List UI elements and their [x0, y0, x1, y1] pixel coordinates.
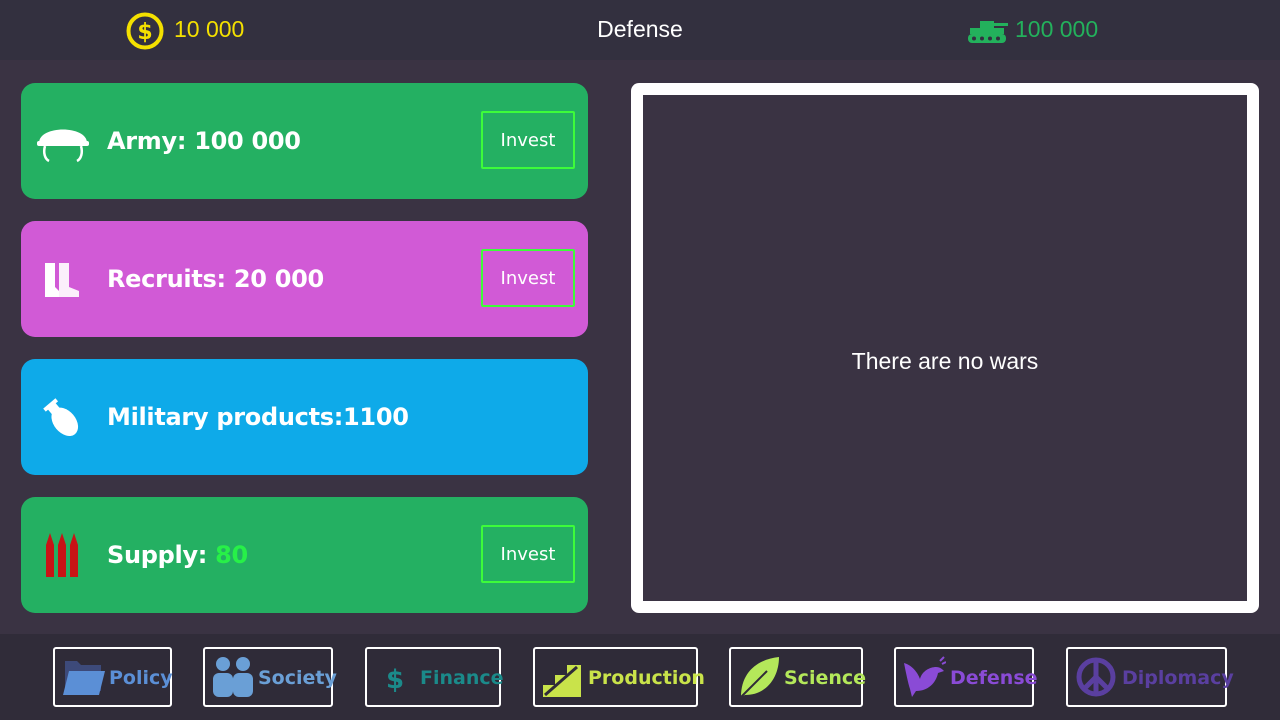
supply-card: Supply: 80 Invest [21, 497, 588, 613]
recruits-label: Recruits: 20 000 [107, 265, 324, 293]
nav-society-label: Society [258, 667, 337, 689]
army-label: Army: 100 000 [107, 127, 301, 155]
top-bar: $ 10 000 Defense 100 000 [0, 0, 1280, 60]
dove-icon [904, 656, 946, 697]
helmet-icon [37, 129, 89, 163]
ammo-icon [46, 533, 78, 577]
bomb-icon [43, 398, 79, 436]
supply-invest-button[interactable]: Invest [481, 525, 575, 583]
nav-science-label: Science [784, 667, 867, 689]
nav-finance-label: Finance [420, 667, 504, 689]
wars-panel: There are no wars [631, 83, 1259, 613]
people-icon [213, 657, 253, 697]
nav-policy-button[interactable]: Policy [53, 647, 173, 707]
nav-policy-label: Policy [109, 667, 173, 689]
svg-text:$: $ [386, 665, 404, 695]
nav-defense-button[interactable]: Defense [894, 647, 1038, 707]
nav-diplomacy-button[interactable]: Diplomacy [1066, 647, 1234, 707]
nav-society-button[interactable]: Society [203, 647, 337, 707]
nav-production-label: Production [588, 667, 705, 689]
military-products-card: Military products:1100 [21, 359, 588, 475]
boots-icon [45, 263, 79, 297]
nav-science-button[interactable]: Science [729, 647, 867, 707]
folder-icon [63, 661, 105, 695]
factory-icon [543, 665, 581, 697]
recruits-card: Recruits: 20 000 Invest [21, 221, 588, 337]
tank-icon [968, 21, 1008, 43]
peace-icon [1076, 657, 1116, 697]
nav-finance-button[interactable]: $ Finance [365, 647, 504, 707]
army-card: Army: 100 000 Invest [21, 83, 588, 199]
nav-defense-label: Defense [950, 667, 1038, 689]
army-invest-button[interactable]: Invest [481, 111, 575, 169]
nav-diplomacy-label: Diplomacy [1122, 667, 1234, 689]
recruits-invest-button[interactable]: Invest [481, 249, 575, 307]
military-products-label: Military products:1100 [107, 403, 409, 431]
leaf-icon [740, 657, 779, 698]
wars-list: There are no wars [643, 95, 1247, 601]
military-strength: 100 000 [1015, 16, 1099, 42]
dollar-icon: $ [386, 665, 404, 695]
supply-label: Supply: 80 [107, 541, 248, 569]
nav-production-button[interactable]: Production [533, 647, 705, 707]
supply-value: 80 [215, 541, 248, 569]
no-wars-message: There are no wars [851, 348, 1039, 374]
